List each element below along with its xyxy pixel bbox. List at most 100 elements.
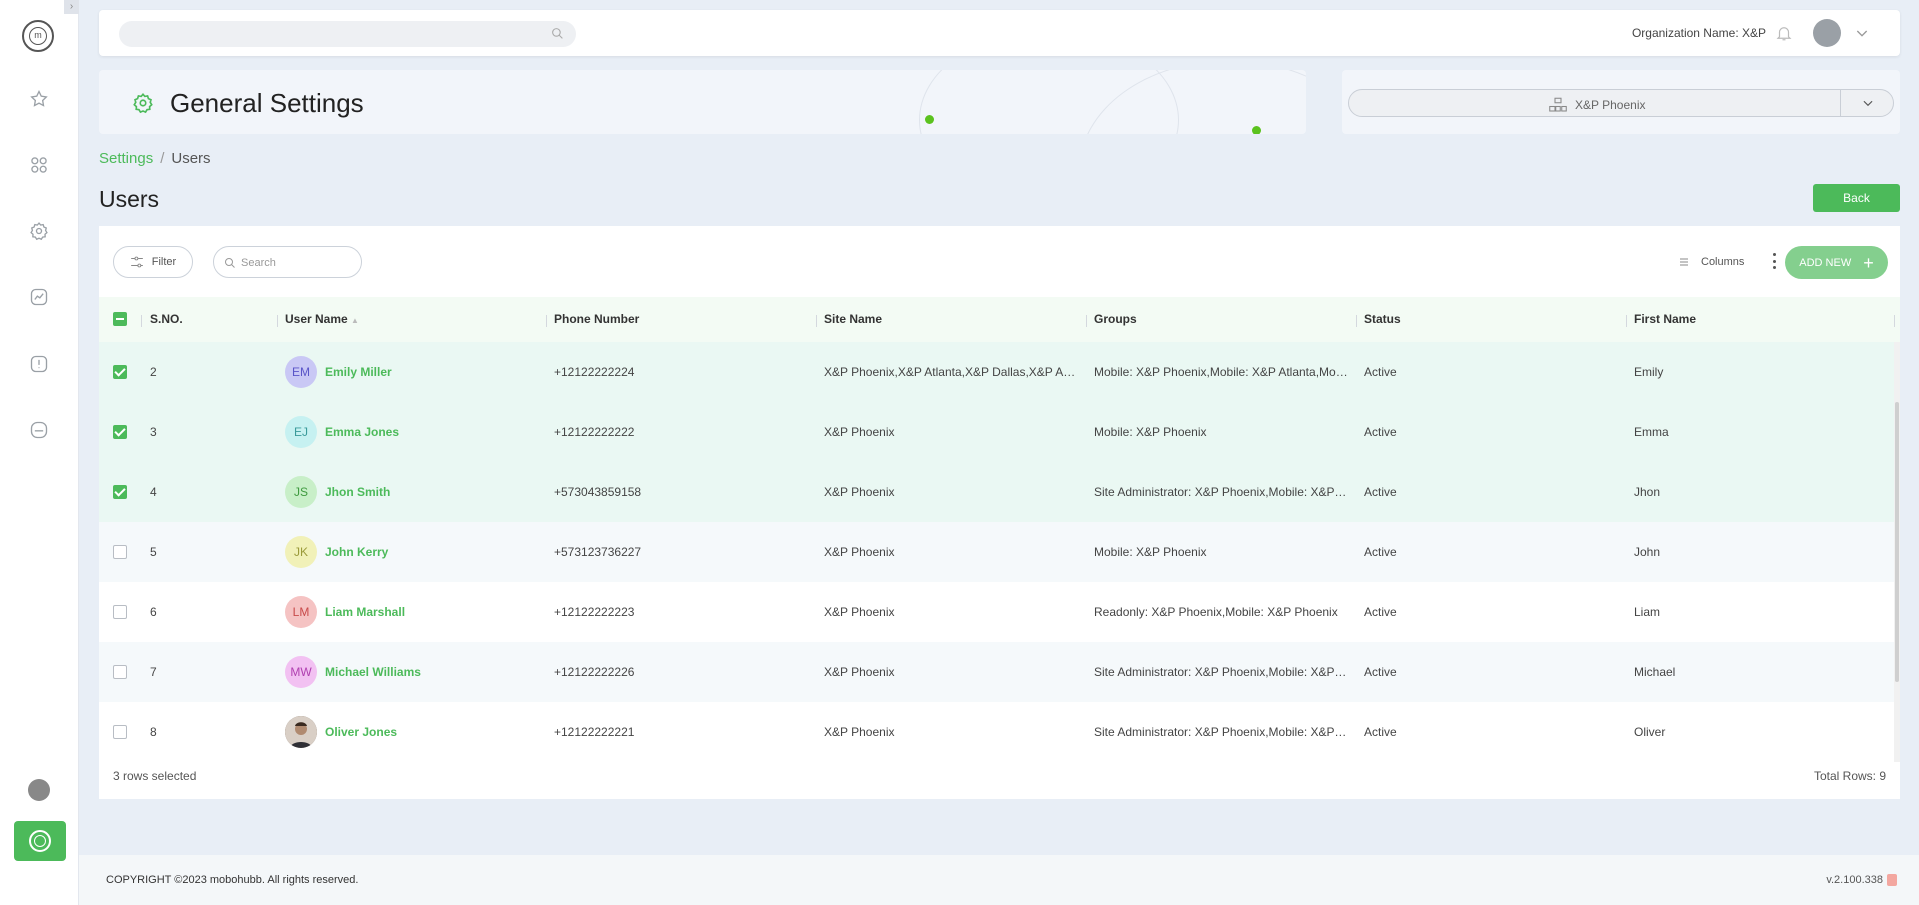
cell-first-name: Emily [1634, 365, 1664, 379]
page-title: Users [99, 186, 160, 212]
table-search-input[interactable]: Search [213, 246, 362, 278]
cell-status: Active [1364, 665, 1397, 679]
version-text: v.2.100.338 [1826, 874, 1883, 886]
cell-status: Active [1364, 605, 1397, 619]
cell-status: Active [1364, 545, 1397, 559]
table-row[interactable]: 4 JS Jhon Smith +573043859158 X&P Phoenix Sit… [99, 462, 1894, 522]
user-avatar[interactable] [1813, 19, 1841, 47]
site-panel: X&P Phoenix [1342, 70, 1900, 134]
cell-status: Active [1364, 425, 1397, 439]
table-row[interactable]: 2 EM Emily Miller +12122222224 X&P Phoenix,X… [99, 342, 1894, 402]
table-scrollbar[interactable] [1894, 342, 1900, 762]
table-row[interactable]: 7 MW Michael Williams +12122222226 X&P Phoen… [99, 642, 1894, 702]
global-search-input[interactable] [119, 21, 576, 47]
row-checkbox[interactable] [113, 725, 127, 739]
table-row[interactable]: 8 Oliver Jones +12122222221 X&P Phoenix Site… [99, 702, 1894, 762]
column-header-sno[interactable]: S.NO. [150, 297, 183, 342]
avatar: JS [285, 476, 317, 508]
breadcrumb-separator: / [160, 150, 165, 167]
cell-site-name: X&P Phoenix [824, 485, 895, 499]
user-name-link[interactable]: Michael Williams [325, 642, 421, 702]
site-select-value: X&P Phoenix [1575, 98, 1646, 112]
column-header-phone-number[interactable]: Phone Number [554, 297, 639, 342]
cell-phone-number: +12122222221 [554, 725, 635, 739]
chevron-down-icon[interactable] [1854, 25, 1870, 41]
cell-first-name: Oliver [1634, 725, 1666, 739]
settings-icon[interactable] [28, 220, 50, 242]
table-row[interactable]: 3 EJ Emma Jones +12122222222 X&P Phoenix Mobi… [99, 402, 1894, 462]
breadcrumb-settings-link[interactable]: Settings [99, 150, 153, 167]
filter-button[interactable]: Filter [113, 246, 193, 278]
filter-label: Filter [151, 256, 177, 268]
cell-phone-number: +573043859158 [554, 485, 642, 499]
column-header-status[interactable]: Status [1364, 297, 1401, 342]
version-icon [1887, 874, 1897, 886]
alerts-icon[interactable] [28, 353, 50, 375]
cell-status: Active [1364, 725, 1397, 739]
cell-sno: 3 [150, 425, 157, 439]
add-new-button[interactable]: ADD NEW + [1785, 246, 1888, 279]
analytics-icon[interactable] [28, 286, 50, 308]
profile-icon[interactable] [28, 779, 50, 801]
cell-groups: Readonly: X&P Phoenix,Mobile: X&P Phoeni… [1094, 605, 1338, 619]
table-row[interactable]: 5 JK John Kerry +573123736227 X&P Phoenix Mob… [99, 522, 1894, 582]
cell-groups: Mobile: X&P Phoenix [1094, 545, 1207, 559]
cell-sno: 7 [150, 665, 157, 679]
notification-bell-icon[interactable] [1775, 23, 1793, 43]
user-name-link[interactable]: Emily Miller [325, 342, 392, 402]
breadcrumb: Settings / Users [99, 150, 211, 167]
cell-site-name: X&P Phoenix [824, 605, 895, 619]
app-logo[interactable]: m [22, 20, 54, 52]
cell-phone-number: +12122222226 [554, 665, 635, 679]
cell-phone-number: +12122222224 [554, 365, 635, 379]
user-name-link[interactable]: John Kerry [325, 522, 388, 582]
row-checkbox[interactable] [113, 665, 127, 679]
avatar: EJ [285, 416, 317, 448]
more-options-icon[interactable] [1772, 253, 1776, 269]
favorites-icon[interactable] [28, 88, 50, 110]
column-header-first-name[interactable]: First Name [1634, 297, 1696, 342]
search-placeholder: Search [241, 257, 276, 269]
page-header: General Settings [99, 70, 1306, 134]
cell-site-name: X&P Phoenix [824, 545, 895, 559]
brand-button[interactable] [14, 821, 66, 861]
row-checkbox[interactable] [113, 365, 127, 379]
user-name-link[interactable]: Oliver Jones [325, 702, 397, 762]
cell-site-name: X&P Phoenix [824, 665, 895, 679]
column-header-user-name[interactable]: User Name ▲ [285, 297, 359, 342]
table-row[interactable]: 6 LM Liam Marshall +12122222223 X&P Phoenix R… [99, 582, 1894, 642]
site-select[interactable]: X&P Phoenix [1348, 89, 1894, 117]
user-name-link[interactable]: Jhon Smith [325, 462, 390, 522]
row-checkbox[interactable] [113, 605, 127, 619]
back-button[interactable]: Back [1813, 184, 1900, 212]
cell-first-name: Liam [1634, 605, 1661, 619]
dashboard-icon[interactable] [28, 154, 50, 176]
avatar: EM [285, 356, 317, 388]
organization-name: Organization Name: X&P [1631, 26, 1766, 40]
column-header-groups[interactable]: Groups [1094, 297, 1137, 342]
row-checkbox[interactable] [113, 545, 127, 559]
select-all-checkbox[interactable] [113, 312, 127, 326]
sidebar-toggle[interactable]: › [64, 0, 79, 14]
cell-first-name: Jhon [1634, 485, 1661, 499]
cell-status: Active [1364, 485, 1397, 499]
cell-sno: 4 [150, 485, 157, 499]
search-icon [552, 28, 563, 39]
folder-icon[interactable] [28, 419, 50, 441]
column-header-site-name[interactable]: Site Name [824, 297, 882, 342]
user-name-link[interactable]: Emma Jones [325, 402, 399, 462]
row-checkbox[interactable] [113, 485, 127, 499]
columns-button[interactable]: Columns [1679, 256, 1744, 268]
sort-icon[interactable]: ▲ [351, 316, 359, 325]
row-checkbox[interactable] [113, 425, 127, 439]
decorative-dot [925, 115, 934, 124]
chevron-down-icon[interactable] [1861, 96, 1875, 110]
cell-groups: Site Administrator: X&P Phoenix,Mobile: … [1094, 665, 1349, 679]
cell-sno: 2 [150, 365, 157, 379]
avatar: JK [285, 536, 317, 568]
cell-sno: 8 [150, 725, 157, 739]
user-name-link[interactable]: Liam Marshall [325, 582, 405, 642]
column-header-user-name-label: User Name [285, 312, 348, 326]
plus-icon: + [1863, 252, 1874, 273]
cell-groups: Mobile: X&P Phoenix [1094, 425, 1207, 439]
